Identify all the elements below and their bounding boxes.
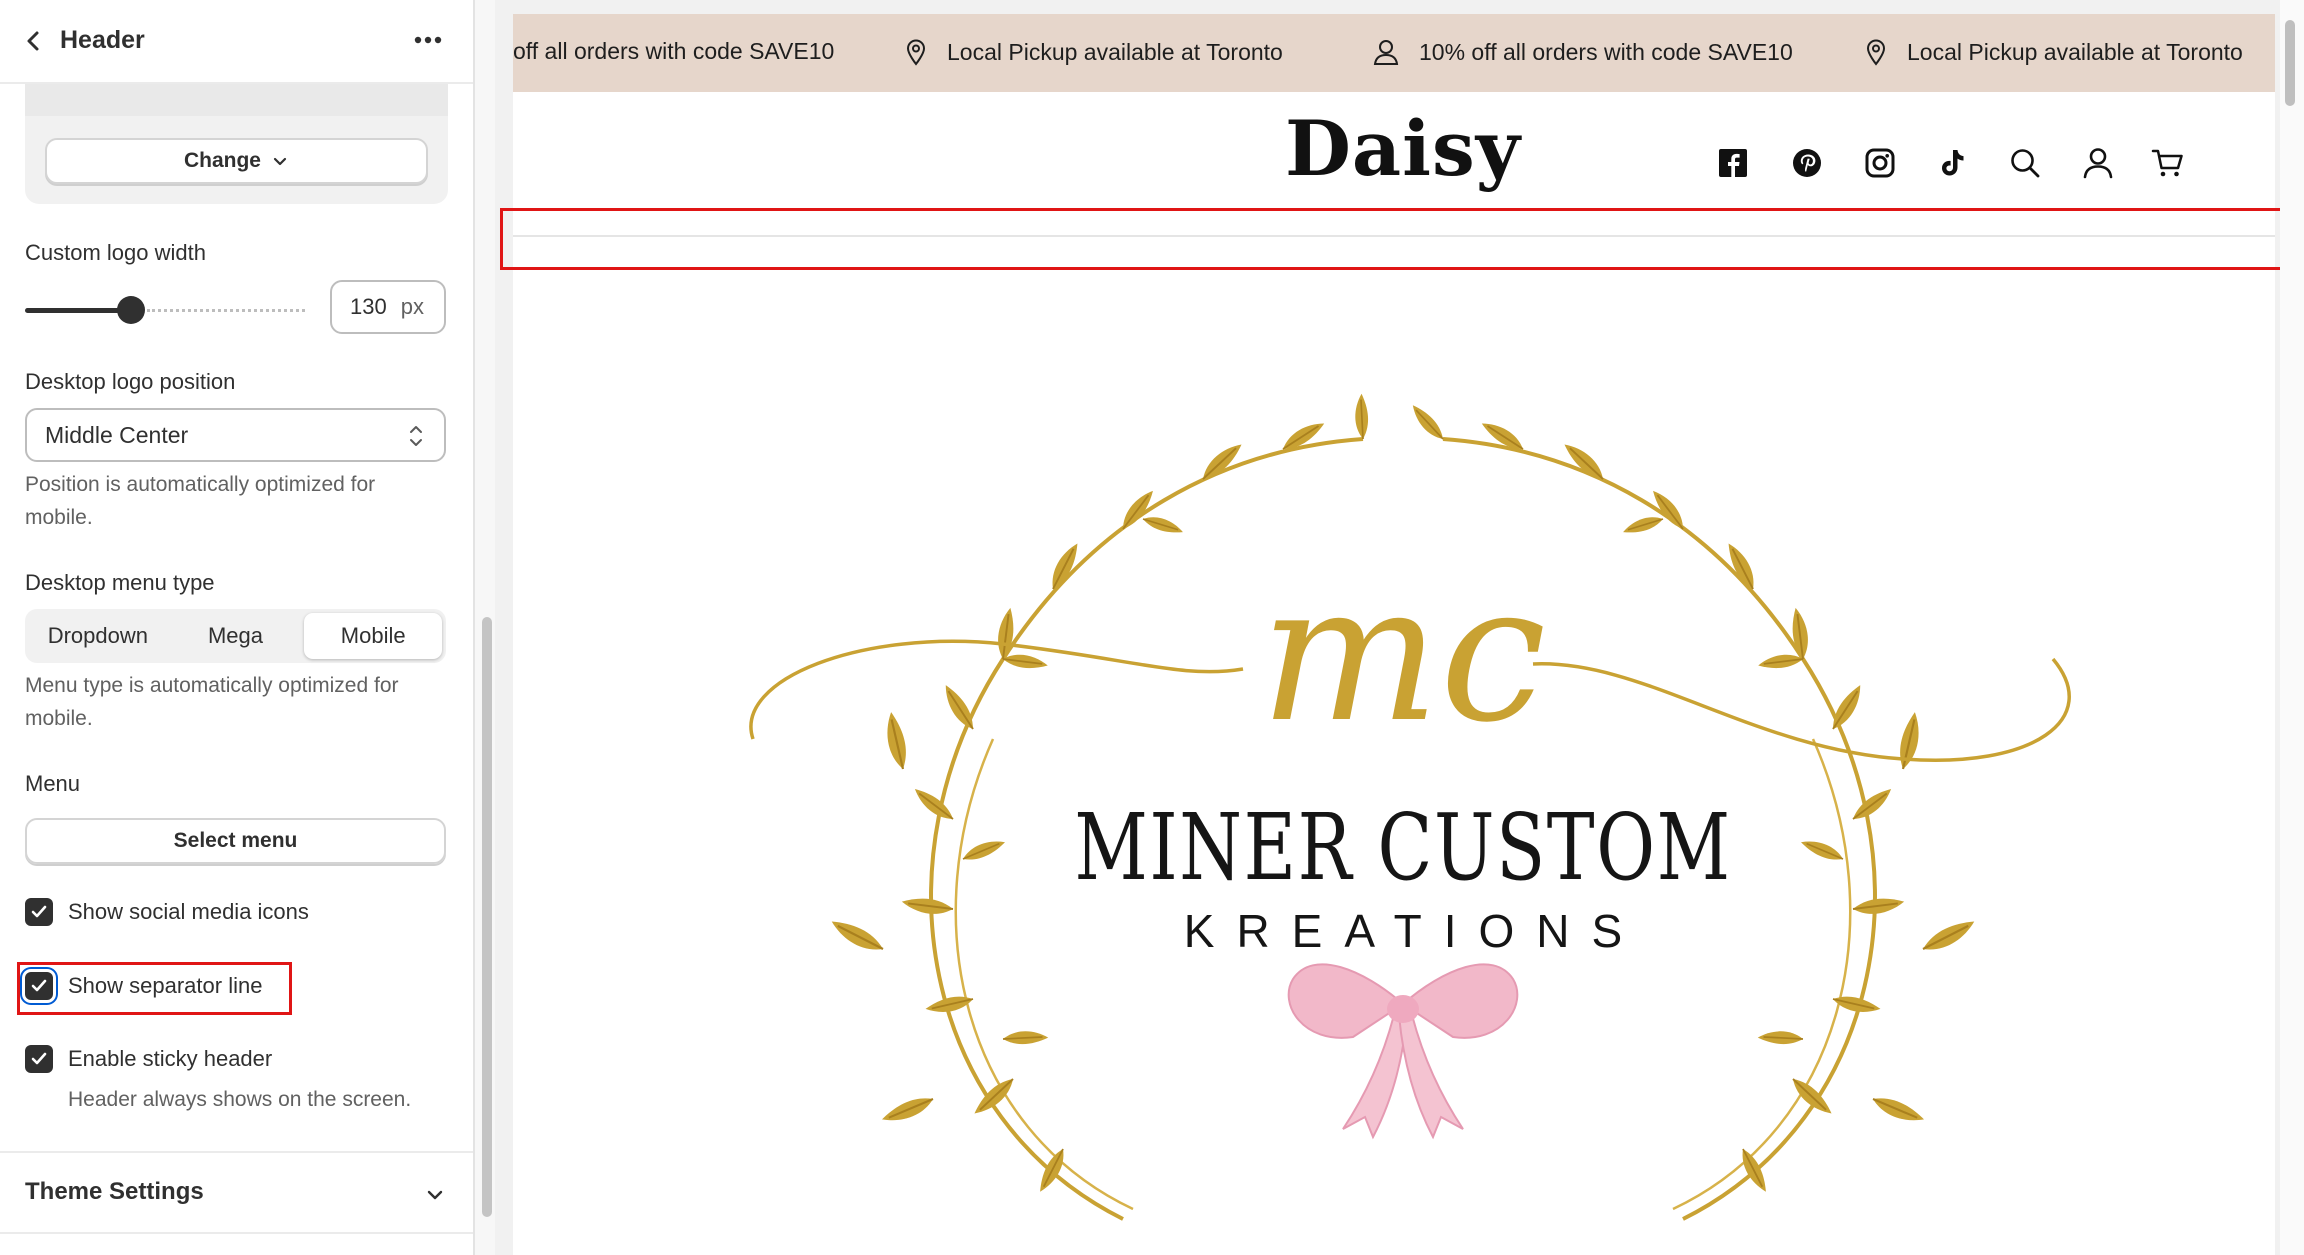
slider-thumb[interactable] [117,296,145,324]
logo-width-input[interactable]: 130 px [330,280,446,334]
logo-width-slider[interactable] [25,296,305,324]
theme-settings-toggle[interactable]: Theme Settings [25,1178,204,1206]
chevron-left-icon [27,31,39,51]
search-icon[interactable] [2008,146,2042,180]
announcement-bar: off all orders with code SAVE10 Local Pi… [513,14,2275,92]
logo-position-select[interactable]: Middle Center [25,408,446,462]
checkbox-checked-focused[interactable] [25,972,53,1000]
map-pin-icon [1866,39,1886,66]
select-updown-icon [410,426,422,446]
map-pin-icon [906,39,926,66]
facebook-icon[interactable] [1716,146,1750,180]
separator-highlight-box-preview [500,208,2289,270]
sidebar-scrollbar-thumb[interactable] [482,617,492,1217]
logo-width-value: 130 [350,294,387,319]
person-icon [1373,40,1399,65]
sticky-header-help: Header always shows on the screen. [68,1088,412,1111]
change-button-label: Change [183,149,261,172]
menu-label: Menu [25,771,81,796]
cart-icon[interactable] [2151,146,2185,180]
preview-scrollbar-gutter [2280,0,2304,1255]
announcement-item[interactable]: Local Pickup available at Toronto [905,38,1283,66]
ellipsis-icon [414,36,442,44]
logo-position-label: Desktop logo position [25,369,236,394]
hero-logo-image: mc MINER CUSTOM KREATIONS [703,299,2103,1255]
divider [0,1232,473,1234]
sidebar-title: Header [60,26,145,54]
back-button[interactable] [18,24,52,60]
announcement-item[interactable]: off all orders with code SAVE10 [513,38,834,65]
logo-position-help: Position is automatically optimized for … [25,473,376,529]
brand-name-main: MINER CUSTOM [1074,794,1732,901]
menu-type-help: Menu type is automatically optimized for… [25,674,399,730]
divider [0,1151,473,1153]
gold-laurel-wreath: mc [749,392,2071,1221]
logo-width-unit: px [400,294,424,319]
logo-image-box: Change [25,84,448,204]
checkbox-checked[interactable] [25,1045,53,1073]
announcement-item[interactable]: Local Pickup available at Toronto [1865,38,2243,66]
brand-name-sub: KREATIONS [1183,905,1645,957]
instagram-icon[interactable] [1863,146,1897,180]
menu-type-mega[interactable]: Mega [167,613,305,659]
announcement-text: off all orders with code SAVE10 [513,38,835,64]
checkmark-icon [31,979,47,992]
checkbox-checked[interactable] [25,898,53,926]
logo-width-label: Custom logo width [25,240,206,265]
menu-type-dropdown[interactable]: Dropdown [29,613,167,659]
change-logo-button[interactable]: Change [45,138,428,184]
menu-type-mobile[interactable]: Mobile [304,613,443,659]
site-logo[interactable]: Daisy [1285,104,1521,193]
pink-bow-icon [1287,963,1519,1140]
enable-sticky-header-checkbox[interactable]: Enable sticky header [25,1045,272,1073]
chevron-down-icon[interactable] [424,1184,446,1206]
logo-preview-strip [25,84,448,116]
show-social-icons-label: Show social media icons [68,899,309,924]
select-menu-button[interactable]: Select menu [25,818,446,864]
more-options-button[interactable] [408,20,448,60]
pinterest-icon[interactable] [1790,146,1824,180]
slider-track-rest [147,309,305,312]
checkmark-icon [31,905,47,918]
announcement-text: 10% off all orders with code SAVE10 [1419,38,1793,65]
announcement-item[interactable]: 10% off all orders with code SAVE10 [1373,38,1793,66]
menu-type-label: Desktop menu type [25,570,215,595]
sidebar-header: Header [0,0,473,84]
show-separator-line-label: Show separator line [68,973,263,998]
account-icon[interactable] [2081,146,2115,180]
menu-type-segmented: Dropdown Mega Mobile [25,609,446,663]
logo-position-value: Middle Center [45,421,189,448]
store-preview: off all orders with code SAVE10 Local Pi… [513,14,2275,1255]
checkmark-icon [31,1052,47,1065]
announcement-text: Local Pickup available at Toronto [1907,38,2243,65]
show-social-icons-checkbox[interactable]: Show social media icons [25,898,309,926]
settings-sidebar: Header Change Custom logo width 130 px D… [0,0,475,1255]
slider-fill [25,308,131,313]
show-separator-line-checkbox[interactable]: Show separator line [25,972,262,1000]
monogram-text: mc [1260,543,1547,764]
tiktok-icon[interactable] [1935,146,1969,180]
preview-scrollbar-thumb[interactable] [2285,20,2295,106]
announcement-text: Local Pickup available at Toronto [947,38,1283,65]
enable-sticky-header-label: Enable sticky header [68,1046,273,1071]
chevron-down-icon [273,157,287,166]
